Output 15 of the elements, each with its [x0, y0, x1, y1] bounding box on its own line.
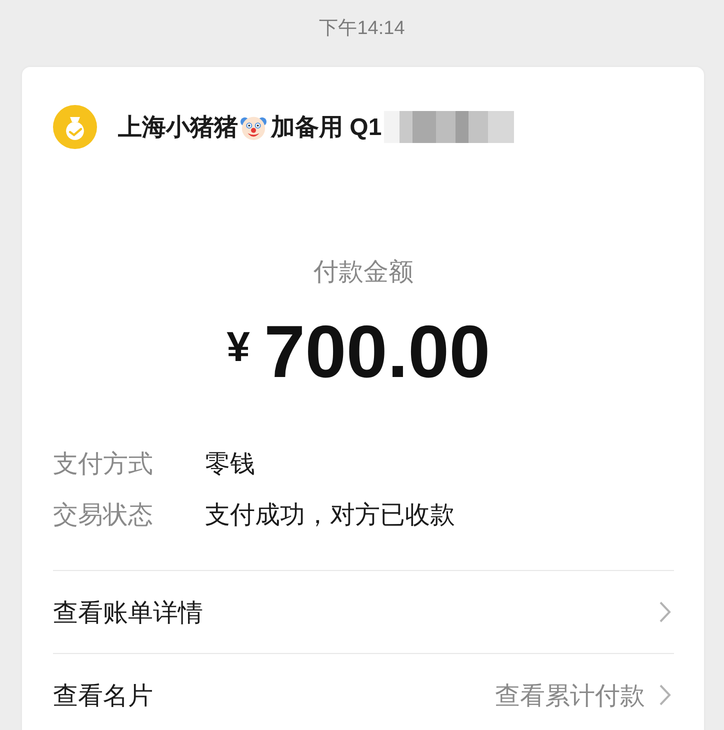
payee-name: 上海小猪猪 — [118, 113, 238, 143]
menu-item[interactable]: 查看账单详情 — [53, 596, 203, 628]
payee-note: 加备用 Q1 — [271, 113, 382, 143]
detail-value: 支付成功，对方已收款 — [205, 500, 455, 531]
amount-value: 700.00 — [264, 312, 490, 392]
amount-label: 付款金额 — [312, 257, 414, 287]
chevron-right-icon — [659, 684, 671, 706]
detail-label: 交易状态 — [53, 500, 154, 531]
menu-item[interactable]: 查看名片 — [53, 678, 153, 712]
message-time: 下午14:14 — [318, 17, 406, 41]
currency-symbol: ¥ — [226, 323, 250, 371]
detail-label: 支付方式 — [53, 449, 154, 480]
chevron-right-icon — [659, 601, 671, 623]
detail-value: 零钱 — [205, 449, 255, 480]
bag-icon — [53, 105, 97, 149]
